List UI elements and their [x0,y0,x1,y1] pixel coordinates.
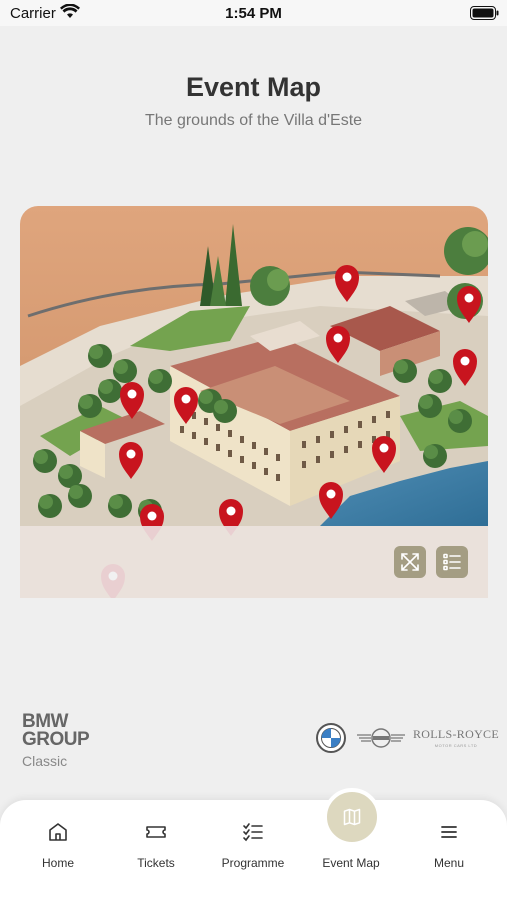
tab-home[interactable]: Home [18,800,98,880]
expand-map-button[interactable] [394,546,426,578]
page-title: Event Map [185,72,322,102]
bmw-group-classic-logo: BMW GROUP Classic [22,712,90,770]
rolls-royce-wordmark: ROLLS-ROYCE [413,727,499,741]
page-subtitle: The grounds of the Villa d'Este [144,112,363,129]
tab-event-map-label: Event Map [322,856,380,870]
ticket-icon [146,826,166,838]
tab-event-map[interactable]: Event Map [311,788,391,880]
bmw-roundel-logo [316,723,346,753]
menu-icon [441,826,457,838]
tab-menu-label: Menu [433,856,465,870]
expand-icon [401,553,419,571]
checklist-icon [243,823,263,842]
active-tab-indicator [323,788,381,846]
brand-line-2: GROUP [22,729,90,750]
rolls-royce-logo: ROLLS-ROYCE MOTOR CARS LTD [413,727,499,751]
tab-programme-label: Programme [221,856,285,870]
tab-tickets[interactable]: Tickets [116,800,196,880]
list-view-icon [443,553,461,571]
mini-logo [357,728,405,748]
battery-icon [470,6,499,20]
tab-home-label: Home [41,856,74,870]
brand-line-3: Classic [22,753,68,769]
tab-menu[interactable]: Menu [409,800,489,880]
list-view-button[interactable] [436,546,468,578]
map-icon [343,808,361,826]
home-icon [49,823,67,841]
rolls-royce-subline: MOTOR CARS LTD [434,743,478,748]
tab-bar: Home Tickets Programme Event Map Menu [0,788,507,900]
clock: 1:54 PM [225,5,282,22]
event-map[interactable] [20,206,488,598]
tab-tickets-label: Tickets [137,856,175,870]
status-bar: Carrier 1:54 PM [0,0,507,26]
tab-programme[interactable]: Programme [213,800,293,880]
